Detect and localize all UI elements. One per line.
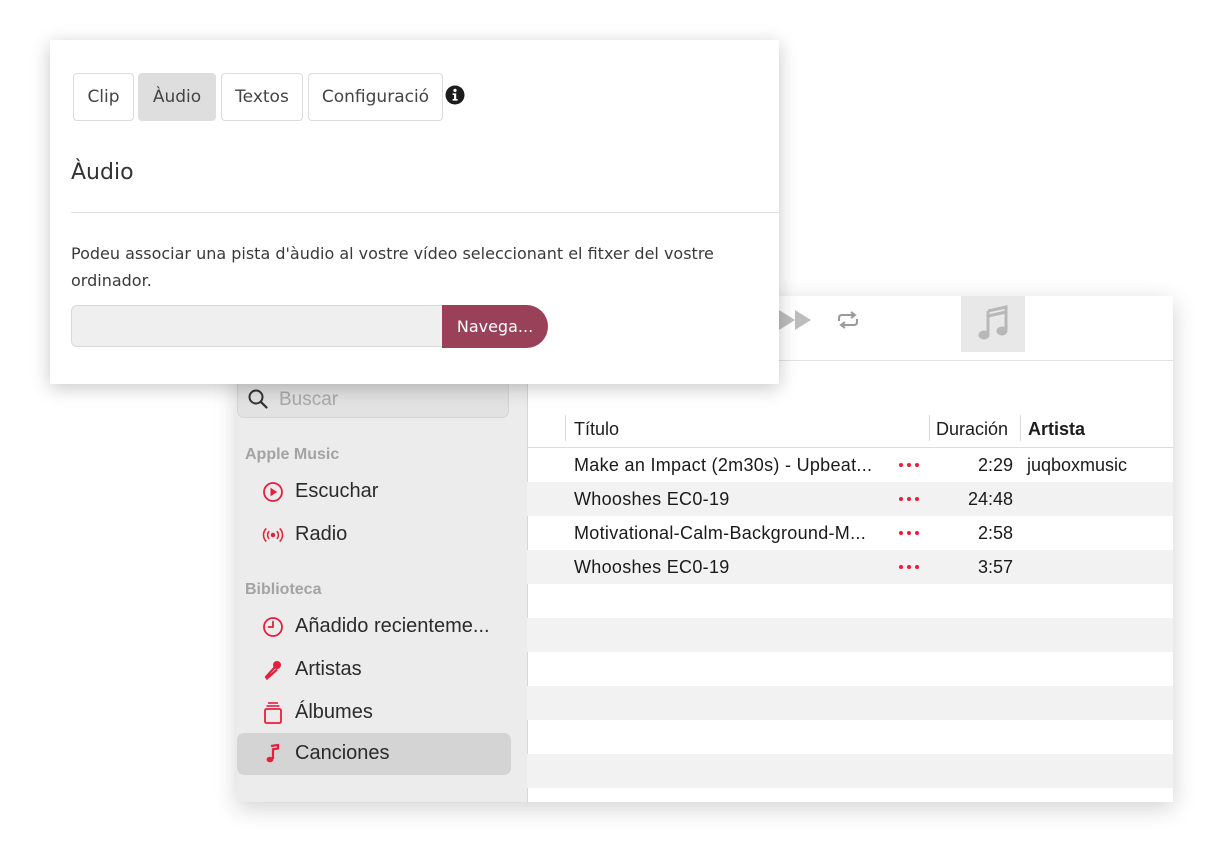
sidebar-item-artistas[interactable]: Artistas [237, 649, 511, 691]
empty-row [527, 754, 1173, 788]
song-duration: 2:29 [977, 455, 1013, 475]
sidebar-heading-apple-music: Apple Music [245, 446, 340, 463]
song-duration: 2:58 [977, 523, 1013, 543]
divider [71, 212, 779, 213]
song-title: Whooshes EC0-19 [574, 489, 730, 509]
sidebar-item-label: Radio [295, 523, 348, 545]
song-artist: juqboxmusic [1027, 455, 1128, 475]
song-duration: 24:48 [967, 489, 1013, 509]
empty-row [527, 720, 1173, 754]
audio-file-field[interactable] [71, 305, 443, 347]
song-title: Make an Impact (2m30s) - Upbeat... [574, 455, 873, 475]
info-icon[interactable] [445, 85, 465, 105]
empty-row [527, 652, 1173, 686]
fast-forward-icon[interactable] [777, 308, 815, 332]
music-note-icon [978, 305, 1008, 340]
music-note-icon [261, 743, 285, 765]
table-row[interactable]: Whooshes EC0-19 24:48 [527, 482, 1173, 516]
tab-audio[interactable]: Àudio [138, 73, 216, 121]
description-text: Podeu associar una pista d'àudio al vost… [71, 244, 714, 290]
search-icon [248, 389, 268, 409]
sidebar-item-label: Escuchar [295, 480, 379, 502]
table-row[interactable]: Make an Impact (2m30s) - Upbeat... 2:29 … [527, 448, 1173, 482]
sidebar-item-recently-added[interactable]: Añadido recienteme... [237, 606, 511, 648]
sidebar-item-label: Artistas [295, 658, 362, 680]
table-row[interactable]: Motivational-Calm-Background-M... 2:58 [527, 516, 1173, 550]
column-separator [1020, 415, 1021, 441]
column-separator [929, 415, 930, 441]
sidebar-heading-biblioteca: Biblioteca [245, 581, 322, 598]
sidebar-item-canciones[interactable]: Canciones [237, 733, 511, 775]
table-row[interactable]: Whooshes EC0-19 3:57 [527, 550, 1173, 584]
sidebar-item-label: Canciones [295, 742, 390, 764]
play-circle-icon [261, 481, 285, 503]
search-input[interactable]: Buscar [237, 380, 509, 418]
microphone-icon [261, 659, 285, 681]
clock-icon [261, 616, 285, 638]
sidebar-item-label: Añadido recienteme... [295, 615, 490, 637]
audio-settings-panel: Clip Àudio Textos Configuració Àudio Pod… [50, 40, 779, 384]
song-title: Motivational-Calm-Background-M... [574, 523, 866, 543]
sidebar-item-radio[interactable]: Radio [237, 514, 511, 556]
search-placeholder: Buscar [279, 389, 339, 410]
song-duration: 3:57 [977, 557, 1013, 577]
song-title: Whooshes EC0-19 [574, 557, 730, 577]
albums-icon [261, 702, 285, 724]
radio-waves-icon [261, 524, 285, 546]
sidebar-item-label: Álbumes [295, 701, 373, 723]
sidebar-item-escuchar[interactable]: Escuchar [237, 471, 511, 513]
table-header: Título Duración Artista [527, 411, 1173, 448]
empty-row [527, 618, 1173, 652]
column-header-title[interactable]: Título [574, 419, 619, 440]
tab-clip[interactable]: Clip [73, 73, 134, 121]
now-playing-artwork[interactable] [961, 296, 1025, 352]
tab-configuracio[interactable]: Configuració [308, 73, 443, 121]
empty-row [527, 686, 1173, 720]
column-header-artist[interactable]: Artista [1028, 419, 1085, 440]
column-separator [565, 415, 566, 441]
page-title: Àudio [71, 160, 134, 185]
empty-row [527, 584, 1173, 618]
column-header-duration[interactable]: Duración [936, 419, 1008, 440]
sidebar-item-albumes[interactable]: Álbumes [237, 692, 511, 734]
tab-textos[interactable]: Textos [221, 73, 303, 121]
repeat-icon[interactable] [835, 308, 861, 332]
browse-button[interactable]: Navega... [442, 305, 548, 348]
